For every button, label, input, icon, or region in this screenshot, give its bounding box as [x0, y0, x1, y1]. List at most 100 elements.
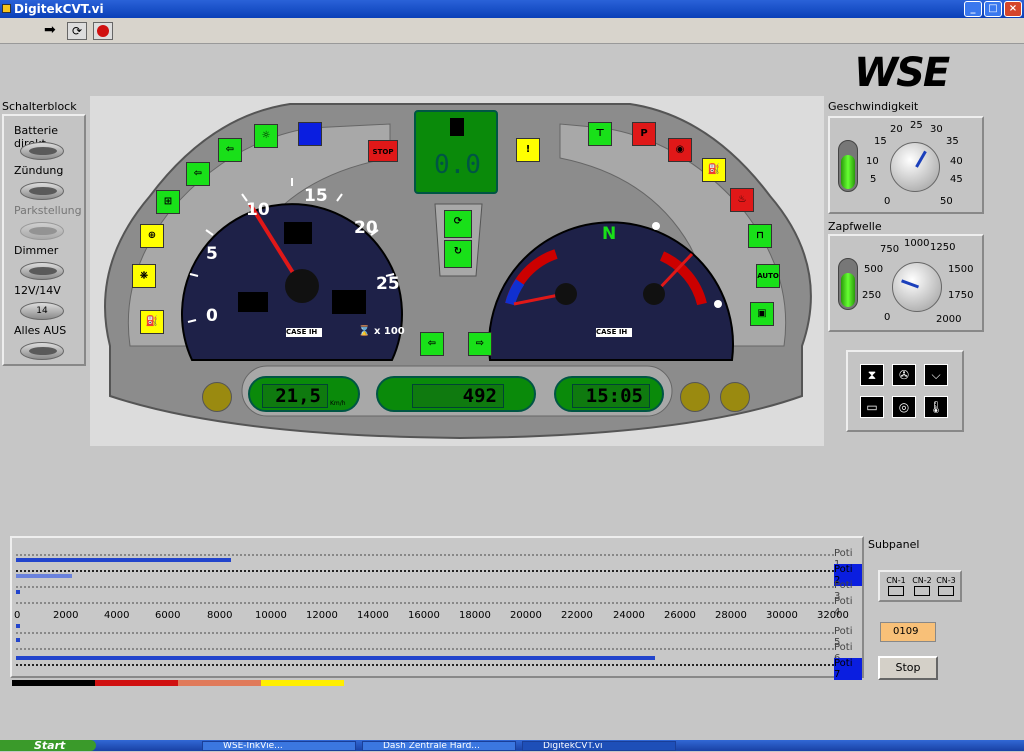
- stop-icon: STOP: [368, 140, 398, 162]
- title-bar: DigitekCVT.vi _ □ ×: [0, 0, 1024, 18]
- poti-6-fill: [16, 656, 655, 660]
- zapfwelle-label: Zapfwelle: [828, 220, 882, 233]
- clock-display: 15:05: [554, 376, 664, 412]
- poti-5-track[interactable]: [16, 632, 834, 634]
- fuel-pump-icon: ⛽: [140, 310, 164, 334]
- axis-tick-12000: 12000: [306, 610, 338, 621]
- switch-batterie[interactable]: [20, 142, 64, 160]
- switch-block: Batterie direkt Zündung Parkstellung Dim…: [2, 114, 86, 366]
- speed-value: 21,5: [262, 384, 328, 408]
- cn-3: CN-3: [934, 576, 958, 596]
- maximize-button[interactable]: □: [984, 1, 1002, 17]
- g-tick-50: 50: [940, 196, 953, 207]
- poti-7-track[interactable]: [16, 664, 834, 666]
- rpm-unit: ⌛ x 100: [358, 326, 405, 337]
- turn-left-trailer-icon: ⇦: [186, 162, 210, 186]
- battery-icon: ▭: [860, 396, 884, 418]
- counter-display: 0109: [880, 622, 936, 642]
- gear-display: 0.0: [414, 110, 498, 194]
- axis-tick-28000: 28000: [715, 610, 747, 621]
- poti-6-track[interactable]: [16, 648, 834, 650]
- switch-voltage[interactable]: 14: [20, 302, 64, 320]
- color-bar-red: [95, 680, 178, 686]
- g-tick-40: 40: [950, 156, 963, 167]
- zapfwelle-toggle[interactable]: [838, 258, 858, 310]
- color-bar-black: [12, 680, 95, 686]
- poti-2-track[interactable]: [16, 570, 834, 572]
- z-tick-1000: 1000: [904, 238, 930, 249]
- z-tick-2000: 2000: [936, 314, 962, 325]
- switch-dimmer[interactable]: [20, 262, 64, 280]
- g-tick-0: 0: [884, 196, 891, 207]
- hourglass-icon: [450, 118, 464, 136]
- axis-tick-30000: 30000: [766, 610, 798, 621]
- g-tick-30: 30: [930, 124, 943, 135]
- g-tick-25: 25: [910, 120, 923, 131]
- speed-unit: Km/h: [330, 400, 346, 407]
- run-continuous-icon[interactable]: ⟳: [67, 22, 87, 40]
- high-beam-icon: [298, 122, 322, 146]
- z-tick-250: 250: [862, 290, 882, 301]
- arrow-left-icon: ⇦: [420, 332, 444, 356]
- axis-tick-4000: 4000: [104, 610, 130, 621]
- task-2[interactable]: Dash Zentrale Hard...: [362, 741, 516, 751]
- color-bar-yellow: [261, 680, 344, 686]
- poti-sliders: Poti 1 Poti 2 Poti 3 Poti 4 Poti 5 Poti …: [10, 536, 864, 680]
- zapfwelle-panel: 0 250 500 750 1000 1250 1500 1750 2000: [828, 234, 984, 332]
- axis-tick-2000: 2000: [53, 610, 79, 621]
- cn-2-label: CN-2: [912, 576, 932, 585]
- task-1[interactable]: WSE-InkVie...: [202, 741, 356, 751]
- toolbar: ➡ ⟳: [0, 18, 1024, 44]
- switch-label-voltage: 12V/14V: [14, 284, 61, 297]
- task-3[interactable]: DigitekCVT.vi: [522, 741, 676, 751]
- hours-value: 492: [412, 384, 504, 408]
- switch-block-title: Schalterblock: [2, 100, 77, 113]
- minimize-button[interactable]: _: [964, 1, 982, 17]
- oil-pressure-icon: ♨: [730, 188, 754, 212]
- axis-tick-26000: 26000: [664, 610, 696, 621]
- cn-3-label: CN-3: [936, 576, 956, 585]
- abort-button[interactable]: [93, 22, 113, 40]
- axis-tick-6000: 6000: [155, 610, 181, 621]
- axis-tick-14000: 14000: [357, 610, 389, 621]
- speed-tick-5: 5: [206, 244, 218, 264]
- poti-5-fill: [16, 624, 20, 628]
- color-bar-salmon: [178, 680, 261, 686]
- switch-zuendung[interactable]: [20, 182, 64, 200]
- speed-tick-10: 10: [246, 200, 270, 220]
- cn-1: CN-1: [884, 576, 908, 596]
- subpanel-label: Subpanel: [868, 538, 920, 551]
- geschwindigkeit-knob[interactable]: [890, 142, 940, 192]
- axis-tick-8000: 8000: [207, 610, 233, 621]
- switch-alles-aus[interactable]: [20, 342, 64, 360]
- run-arrow-icon[interactable]: ➡: [44, 22, 64, 40]
- parking-brake-icon: P: [632, 122, 656, 146]
- stop-button[interactable]: Stop: [878, 656, 938, 680]
- speed-tick-25: 25: [376, 274, 400, 294]
- transmission-icon: ⟳: [444, 210, 472, 238]
- close-button[interactable]: ×: [1004, 1, 1022, 17]
- poti-1-track[interactable]: [16, 554, 834, 556]
- axle-icon: ⊕: [140, 224, 164, 248]
- zapfwelle-knob[interactable]: [892, 262, 942, 312]
- status-icon-panel: ⧗ ✇ ⌵ ▭ ◎ 🌡: [846, 350, 964, 432]
- hourglass-icon-2: ⧗: [860, 364, 884, 386]
- g-tick-20: 20: [890, 124, 903, 135]
- geschwindigkeit-label: Geschwindigkeit: [828, 100, 919, 113]
- g-tick-10: 10: [866, 156, 879, 167]
- start-button[interactable]: Start: [0, 740, 96, 751]
- axis-tick-32000: 32000: [817, 610, 849, 621]
- steering-wheel-icon: ⎈: [132, 264, 156, 288]
- geschwindigkeit-toggle[interactable]: [838, 140, 858, 192]
- poti-7-label: Poti 7: [834, 658, 862, 680]
- switch-label-dimmer: Dimmer: [14, 244, 59, 257]
- dashboard: 0 5 10 15 20 25 ⌛ x 100 CASE IH N CASE I…: [90, 96, 824, 446]
- brake-icon: ◉: [668, 138, 692, 162]
- temperature-icon: 🌡: [924, 396, 948, 418]
- lamp-right-1: [680, 382, 710, 412]
- axis-tick-18000: 18000: [459, 610, 491, 621]
- poti-3-track[interactable]: [16, 586, 834, 588]
- speed-tick-20: 20: [354, 218, 378, 238]
- speedometer-brand: CASE IH: [286, 328, 318, 336]
- poti-4-track[interactable]: [16, 602, 834, 604]
